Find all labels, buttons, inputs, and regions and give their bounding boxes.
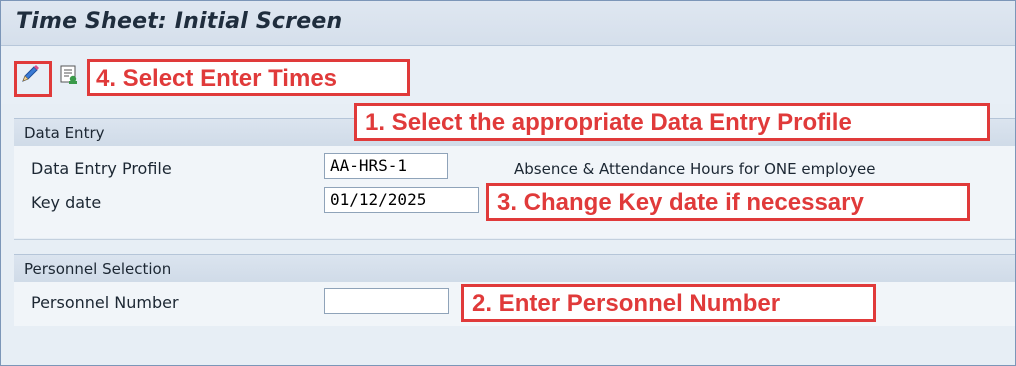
overview-icon[interactable]: [58, 63, 80, 85]
callout-step-1-text: 1. Select the appropriate Data Entry Pro…: [365, 109, 852, 136]
personnel-number-field[interactable]: [324, 288, 449, 314]
divider: [14, 239, 1015, 240]
callout-step-2-text: 2. Enter Personnel Number: [472, 290, 781, 317]
title-bar: Time Sheet: Initial Screen: [1, 1, 1015, 46]
callout-step-4-text: 4. Select Enter Times: [96, 65, 338, 92]
section-data-entry-title: Data Entry: [24, 124, 105, 142]
data-entry-profile-description: Absence & Attendance Hours for ONE emplo…: [514, 160, 876, 178]
data-entry-profile-label: Data Entry Profile: [31, 159, 172, 178]
enter-times-highlight: [14, 61, 52, 97]
personnel-number-label: Personnel Number: [31, 293, 179, 312]
page-title: Time Sheet: Initial Screen: [16, 9, 343, 34]
sap-window: Time Sheet: Initial Screen 4. Select Ent…: [0, 0, 1016, 366]
section-personnel-selection-title: Personnel Selection: [24, 260, 172, 278]
data-entry-profile-field[interactable]: AA-HRS-1: [324, 153, 448, 179]
callout-step-3: 3. Change Key date if necessary: [486, 183, 970, 221]
section-personnel-selection-header: Personnel Selection: [14, 254, 1015, 283]
key-date-field[interactable]: 01/12/2025: [324, 187, 479, 213]
key-date-label: Key date: [31, 193, 102, 212]
callout-step-4: 4. Select Enter Times: [87, 59, 410, 96]
callout-step-3-text: 3. Change Key date if necessary: [497, 189, 864, 216]
callout-step-1: 1. Select the appropriate Data Entry Pro…: [354, 103, 990, 141]
callout-step-2: 2. Enter Personnel Number: [461, 284, 876, 322]
